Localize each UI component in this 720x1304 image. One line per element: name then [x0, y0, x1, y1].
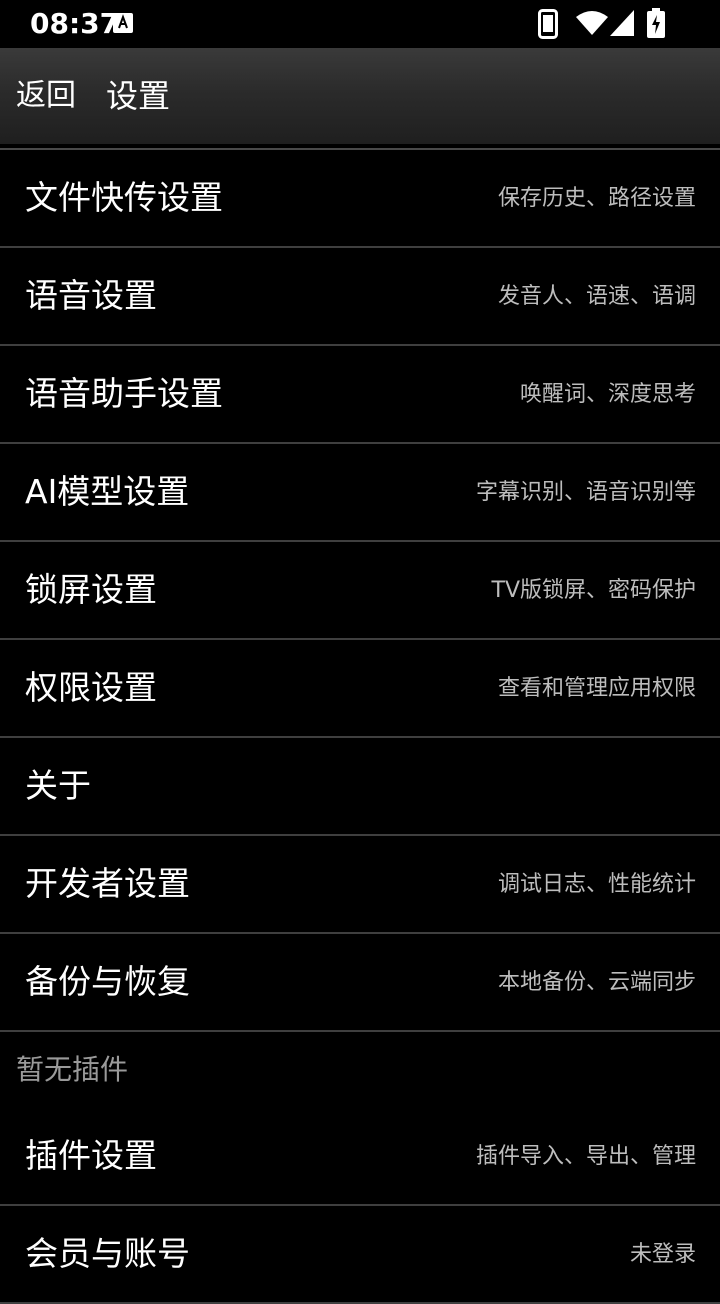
settings-item-membership-account[interactable]: 会员与账号 未登录	[0, 1206, 720, 1304]
settings-item-subtitle: 字幕识别、语音识别等	[475, 480, 696, 505]
phone-icon	[538, 9, 558, 39]
settings-item-subtitle: TV版锁屏、密码保护	[491, 578, 697, 603]
plugins-section-header: 暂无插件	[0, 1032, 720, 1108]
settings-item-title: 语音设置	[25, 276, 157, 315]
status-time: 08:37	[30, 7, 120, 40]
settings-item-voice[interactable]: 语音设置 发音人、语速、语调	[0, 248, 720, 346]
settings-item-permissions[interactable]: 权限设置 查看和管理应用权限	[0, 640, 720, 738]
settings-item-subtitle: 保存历史、路径设置	[497, 186, 696, 211]
settings-item-title: 关于	[25, 766, 91, 805]
settings-item-title: 插件设置	[25, 1136, 157, 1175]
settings-item-title: 会员与账号	[25, 1234, 190, 1273]
settings-item-title: 文件快传设置	[25, 178, 223, 217]
settings-item-about[interactable]: 关于	[0, 738, 720, 836]
settings-list: 文件快传设置 保存历史、路径设置 语音设置 发音人、语速、语调 语音助手设置 唤…	[0, 150, 720, 1304]
action-bar: 返回 设置	[0, 48, 720, 144]
cell-signal-icon	[610, 10, 634, 36]
settings-item-title: 锁屏设置	[25, 570, 157, 609]
status-bar: 08:37	[0, 0, 720, 48]
login-status-text: 未登录	[629, 1242, 696, 1267]
wifi-icon	[576, 11, 608, 35]
accessibility-a-icon	[113, 13, 133, 33]
settings-item-subtitle: 调试日志、性能统计	[497, 872, 696, 897]
settings-item-file-transfer[interactable]: 文件快传设置 保存历史、路径设置	[0, 150, 720, 248]
settings-item-lock-screen[interactable]: 锁屏设置 TV版锁屏、密码保护	[0, 542, 720, 640]
settings-item-title: 开发者设置	[25, 864, 190, 903]
settings-item-title: 备份与恢复	[25, 962, 190, 1001]
settings-item-title: AI模型设置	[25, 472, 190, 511]
settings-item-subtitle: 插件导入、导出、管理	[475, 1144, 696, 1169]
settings-item-developer[interactable]: 开发者设置 调试日志、性能统计	[0, 836, 720, 934]
back-button[interactable]: 返回	[16, 76, 76, 116]
battery-charging-icon	[647, 8, 665, 38]
settings-item-subtitle: 本地备份、云端同步	[497, 970, 696, 995]
settings-item-subtitle: 唤醒词、深度思考	[519, 382, 696, 407]
settings-item-title: 语音助手设置	[25, 374, 223, 413]
page-title: 设置	[106, 77, 171, 115]
settings-item-title: 权限设置	[25, 668, 157, 707]
settings-item-ai-model[interactable]: AI模型设置 字幕识别、语音识别等	[0, 444, 720, 542]
plugins-empty-label: 暂无插件	[16, 1053, 129, 1086]
settings-item-subtitle: 发音人、语速、语调	[497, 284, 696, 309]
settings-item-subtitle: 查看和管理应用权限	[497, 676, 696, 701]
settings-item-backup-restore[interactable]: 备份与恢复 本地备份、云端同步	[0, 934, 720, 1032]
settings-item-voice-assistant[interactable]: 语音助手设置 唤醒词、深度思考	[0, 346, 720, 444]
settings-item-plugins[interactable]: 插件设置 插件导入、导出、管理	[0, 1108, 720, 1206]
